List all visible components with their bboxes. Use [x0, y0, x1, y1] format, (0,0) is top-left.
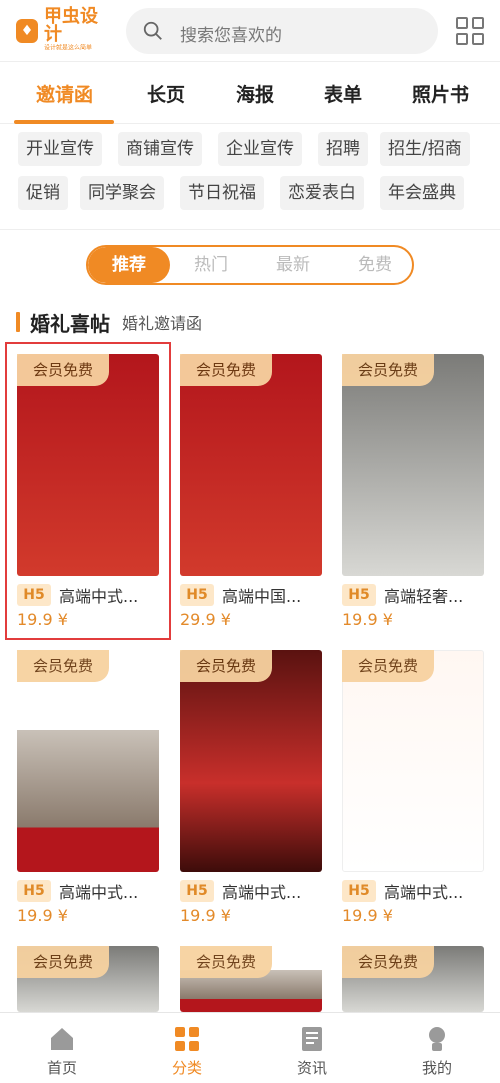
chip-recruit[interactable]: 招聘 — [318, 132, 368, 166]
chip-holiday[interactable]: 节日祝福 — [180, 176, 264, 210]
card-price: 19.9 ¥ — [17, 906, 68, 925]
chip-shop[interactable]: 商铺宣传 — [118, 132, 202, 166]
template-card[interactable]: 会员免费 H5 高端中式... 19.9 ¥ — [17, 650, 159, 925]
h5-tag: H5 — [180, 880, 214, 902]
logo-icon: ♦ — [16, 19, 38, 43]
member-free-badge: 会员免费 — [180, 946, 272, 978]
chip-love[interactable]: 恋爱表白 — [280, 176, 364, 210]
template-card[interactable]: 会员免费 H5 高端中式... 19.9 ¥ — [5, 342, 171, 640]
section-title: 婚礼喜帖 — [30, 311, 110, 336]
card-title: 高端中式... — [59, 587, 139, 606]
template-card[interactable]: 会员免费 H5 高端中国... 29.9 ¥ — [180, 354, 322, 629]
template-card[interactable]: 会员免费 H5 高端中式... 19.9 ¥ — [342, 650, 484, 925]
member-free-badge: 会员免费 — [342, 946, 434, 978]
user-icon — [429, 1027, 445, 1051]
segment-newest[interactable]: 最新 — [252, 247, 334, 283]
tab-long-page[interactable]: 长页 — [147, 80, 185, 107]
template-card[interactable]: 会员免费 — [180, 946, 322, 1012]
card-title: 高端中式... — [384, 883, 464, 902]
template-thumbnail[interactable] — [17, 650, 159, 872]
card-price: 19.9 ¥ — [17, 610, 68, 629]
section-accent-bar — [16, 312, 20, 332]
tab-form[interactable]: 表单 — [324, 80, 362, 107]
h5-tag: H5 — [17, 584, 51, 606]
bottom-navigation: 首页 分类 资讯 我的 — [0, 1012, 500, 1082]
search-bar[interactable]: 搜索您喜欢的 — [126, 8, 438, 54]
member-free-badge: 会员免费 — [180, 354, 272, 386]
logo-name: 甲虫设计 — [44, 6, 98, 45]
bottom-nav-home[interactable]: 首页 — [12, 1013, 112, 1083]
template-thumbnail[interactable] — [17, 354, 159, 576]
template-thumbnail[interactable] — [180, 650, 322, 872]
member-free-badge: 会员免费 — [17, 946, 109, 978]
tab-invitation[interactable]: 邀请函 — [36, 80, 93, 107]
member-free-badge: 会员免费 — [180, 650, 272, 682]
member-free-badge: 会员免费 — [17, 354, 109, 386]
section-header: 婚礼喜帖 婚礼邀请函 — [16, 308, 202, 336]
member-free-badge: 会员免费 — [342, 354, 434, 386]
bottom-nav-label: 分类 — [171, 1059, 202, 1077]
card-title: 高端中国... — [222, 587, 302, 606]
bottom-nav-news[interactable]: 资讯 — [262, 1013, 362, 1083]
bottom-nav-category[interactable]: 分类 — [137, 1013, 237, 1083]
template-thumbnail[interactable] — [342, 650, 484, 872]
news-icon — [302, 1027, 322, 1051]
chip-enterprise[interactable]: 企业宣传 — [218, 132, 302, 166]
template-card[interactable]: 会员免费 — [342, 946, 484, 1012]
chip-reunion[interactable]: 同学聚会 — [80, 176, 164, 210]
card-title: 高端中式... — [59, 883, 139, 902]
category-icon — [175, 1027, 199, 1051]
h5-tag: H5 — [180, 584, 214, 606]
home-icon — [51, 1028, 73, 1050]
search-input[interactable]: 搜索您喜欢的 — [180, 21, 282, 46]
sort-segment: 推荐 热门 最新 免费 — [86, 245, 414, 285]
member-free-badge: 会员免费 — [17, 650, 109, 682]
chip-promotion[interactable]: 促销 — [18, 176, 68, 210]
h5-tag: H5 — [342, 584, 376, 606]
chip-annual[interactable]: 年会盛典 — [380, 176, 464, 210]
card-title: 高端轻奢... — [384, 587, 464, 606]
h5-tag: H5 — [342, 880, 376, 902]
tab-poster[interactable]: 海报 — [236, 80, 274, 107]
template-card[interactable]: 会员免费 H5 高端中式... 19.9 ¥ — [180, 650, 322, 925]
template-card[interactable]: 会员免费 — [17, 946, 159, 1012]
menu-grid-icon[interactable] — [456, 17, 484, 45]
segment-recommend[interactable]: 推荐 — [88, 247, 170, 283]
bottom-nav-profile[interactable]: 我的 — [387, 1013, 487, 1083]
template-card[interactable]: 会员免费 H5 高端轻奢... 19.9 ¥ — [342, 354, 484, 629]
card-price: 19.9 ¥ — [342, 906, 393, 925]
bottom-nav-label: 我的 — [421, 1059, 452, 1077]
logo-tagline: 设计就是这么简单 — [44, 44, 92, 51]
member-free-badge: 会员免费 — [342, 650, 434, 682]
segment-hot[interactable]: 热门 — [170, 247, 252, 283]
bottom-nav-label: 首页 — [46, 1059, 77, 1077]
segment-free[interactable]: 免费 — [334, 247, 412, 283]
search-icon — [143, 21, 162, 40]
tab-photo-book[interactable]: 照片书 — [412, 80, 469, 107]
template-thumbnail[interactable] — [180, 354, 322, 576]
bottom-nav-label: 资讯 — [296, 1059, 327, 1077]
section-subtitle: 婚礼邀请函 — [122, 314, 203, 333]
subcategory-chips: 开业宣传 商铺宣传 企业宣传 招聘 招生/招商 促销 同学聚会 节日祝福 恋爱表… — [0, 124, 500, 230]
category-tabs: 邀请函 长页 海报 表单 照片书 — [0, 62, 500, 124]
chip-enroll[interactable]: 招生/招商 — [380, 132, 470, 166]
card-price: 19.9 ¥ — [342, 610, 393, 629]
app-header: ♦ 甲虫设计 设计就是这么简单 搜索您喜欢的 — [0, 0, 500, 62]
card-price: 19.9 ¥ — [180, 906, 231, 925]
template-thumbnail[interactable] — [342, 354, 484, 576]
chip-opening[interactable]: 开业宣传 — [18, 132, 102, 166]
h5-tag: H5 — [17, 880, 51, 902]
logo[interactable]: ♦ 甲虫设计 设计就是这么简单 — [16, 8, 110, 51]
card-title: 高端中式... — [222, 883, 302, 902]
card-price: 29.9 ¥ — [180, 610, 231, 629]
